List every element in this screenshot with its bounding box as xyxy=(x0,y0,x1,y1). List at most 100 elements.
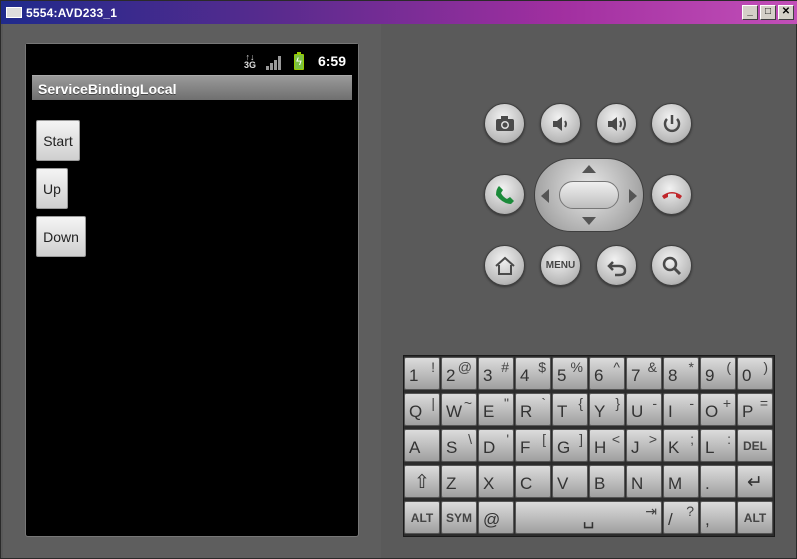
key-m[interactable]: M xyxy=(663,465,699,498)
home-button[interactable] xyxy=(484,245,525,286)
key-3[interactable]: 3 # xyxy=(478,357,514,390)
key-l[interactable]: L: xyxy=(700,429,736,462)
key-slash[interactable]: /? xyxy=(663,501,699,534)
key-alt-label: $ xyxy=(538,359,546,375)
key-k[interactable]: K; xyxy=(663,429,699,462)
network-3g-icon: ↑↓ 3G xyxy=(243,52,256,70)
key-sym30[interactable]: ⇧ xyxy=(404,465,440,498)
key-v[interactable]: V xyxy=(552,465,588,498)
key-del[interactable]: DEL xyxy=(737,429,773,462)
camera-icon xyxy=(495,115,514,131)
key-alt-label: ? xyxy=(686,503,694,519)
end-call-icon xyxy=(661,191,682,199)
key-label: L xyxy=(705,438,715,457)
dpad-up-icon[interactable] xyxy=(582,165,596,173)
key-f[interactable]: F[ xyxy=(515,429,551,462)
key-g[interactable]: G] xyxy=(552,429,588,462)
key-label: U xyxy=(631,402,644,421)
maximize-button[interactable]: □ xyxy=(760,5,776,20)
key-sym38[interactable]: . xyxy=(700,465,736,498)
key-label: ⇧ xyxy=(414,472,430,493)
back-icon xyxy=(606,260,626,276)
back-button[interactable] xyxy=(596,245,637,286)
start-button[interactable]: Start xyxy=(36,120,80,161)
menu-button[interactable]: MENU xyxy=(540,245,581,286)
key-label: @ xyxy=(483,510,501,529)
dpad-right-icon[interactable] xyxy=(629,189,637,203)
key-comma[interactable]: , xyxy=(700,501,736,534)
key-7[interactable]: 7 & xyxy=(626,357,662,390)
device-screen[interactable]: ↑↓ 3G ϟ 6:59 ServiceBindingLocal Start Up… xyxy=(25,43,359,537)
key-t[interactable]: T{ xyxy=(552,393,588,426)
key-b[interactable]: B xyxy=(589,465,625,498)
key-5[interactable]: 5% xyxy=(552,357,588,390)
close-button[interactable]: ✕ xyxy=(778,5,794,20)
key-0[interactable]: 0) xyxy=(737,357,773,390)
end-call-button[interactable] xyxy=(651,174,692,215)
key-label: ALT xyxy=(743,511,767,525)
key-9[interactable]: 9( xyxy=(700,357,736,390)
volume-down-icon xyxy=(552,116,567,131)
key-alt-label: [ xyxy=(542,431,546,447)
key-label: 5 xyxy=(557,366,567,385)
key-label: / xyxy=(668,510,673,529)
key-at[interactable]: @ xyxy=(478,501,514,534)
search-button[interactable] xyxy=(651,245,692,286)
key-i[interactable]: I- xyxy=(663,393,699,426)
key-q[interactable]: Q | xyxy=(404,393,440,426)
key-p[interactable]: P = xyxy=(737,393,773,426)
key-o[interactable]: O + xyxy=(700,393,736,426)
key-c[interactable]: C xyxy=(515,465,551,498)
down-button[interactable]: Down xyxy=(36,216,86,257)
power-button[interactable] xyxy=(651,103,692,144)
key-label: Y xyxy=(594,402,606,421)
title-bar[interactable]: 5554:AVD233_1 _ □ ✕ xyxy=(1,1,797,24)
window-controls: _ □ ✕ xyxy=(742,5,794,20)
key-j[interactable]: J > xyxy=(626,429,662,462)
signal-icon xyxy=(266,54,281,70)
key-h[interactable]: H < xyxy=(589,429,625,462)
volume-up-button[interactable] xyxy=(596,103,637,144)
call-button[interactable] xyxy=(484,174,525,215)
key-y[interactable]: Y} xyxy=(589,393,625,426)
key-alt-label: | xyxy=(431,395,435,411)
key-u[interactable]: U- xyxy=(626,393,662,426)
key-alt-right[interactable]: ALT xyxy=(737,501,773,534)
key-s[interactable]: S \ xyxy=(441,429,477,462)
dpad-left-icon[interactable] xyxy=(541,189,549,203)
key-4[interactable]: 4 $ xyxy=(515,357,551,390)
key-alt-label: * xyxy=(688,359,694,375)
key-x[interactable]: X xyxy=(478,465,514,498)
key-label: T xyxy=(557,402,568,421)
key-w[interactable]: W ~ xyxy=(441,393,477,426)
call-icon xyxy=(495,185,514,204)
key-1[interactable]: 1! xyxy=(404,357,440,390)
dpad-down-icon[interactable] xyxy=(582,217,596,225)
key-e[interactable]: E " xyxy=(478,393,514,426)
key-sym39[interactable]: ↵ xyxy=(737,465,773,498)
dpad[interactable] xyxy=(534,158,644,232)
key-alt-label: @ xyxy=(457,359,472,375)
key-8[interactable]: 8 * xyxy=(663,357,699,390)
key-z[interactable]: Z xyxy=(441,465,477,498)
key-sym[interactable]: SYM xyxy=(441,501,477,534)
key-alt[interactable]: ALT xyxy=(404,501,440,534)
key-label: N xyxy=(631,474,644,493)
key-a[interactable]: A xyxy=(404,429,440,462)
key-r[interactable]: R ` xyxy=(515,393,551,426)
dpad-center-button[interactable] xyxy=(559,181,619,209)
key-n[interactable]: N xyxy=(626,465,662,498)
key-6[interactable]: 6 ^ xyxy=(589,357,625,390)
up-button[interactable]: Up xyxy=(36,168,68,209)
hardware-keyboard: 1! 2 @3 #4 $5% 6 ^ 7 & 8 * 9(0) Q | W ~ E " R ` T{Y} U - I - O + P =… xyxy=(403,355,775,537)
key-label: 6 xyxy=(594,366,604,385)
camera-button[interactable] xyxy=(484,103,525,144)
key-label: S xyxy=(446,438,458,457)
key-alt-label: ! xyxy=(431,359,435,375)
key-label: H xyxy=(594,438,607,457)
minimize-button[interactable]: _ xyxy=(742,5,758,20)
key-d[interactable]: D ' xyxy=(478,429,514,462)
key-2[interactable]: 2 @ xyxy=(441,357,477,390)
volume-down-button[interactable] xyxy=(540,103,581,144)
key-space[interactable]: ␣ ⇥ xyxy=(515,501,662,534)
